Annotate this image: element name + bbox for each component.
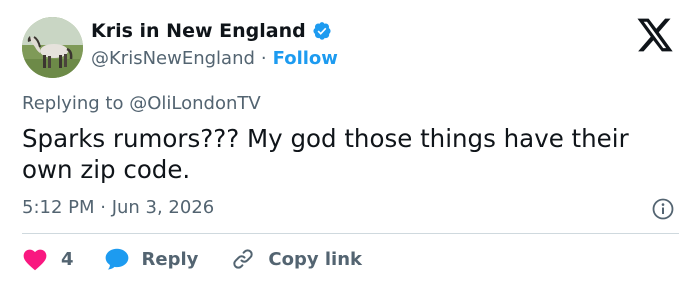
reply-context: Replying to @OliLondonTV — [22, 93, 261, 114]
copy-link-label: Copy link — [268, 248, 362, 270]
reply-label: Reply — [141, 248, 199, 270]
info-icon[interactable] — [652, 198, 674, 220]
tweet-timestamp[interactable]: 5:12 PM · Jun 3, 2026 — [22, 197, 214, 218]
author-handle[interactable]: @KrisNewEngland — [91, 48, 255, 69]
reply-button[interactable]: Reply — [104, 247, 199, 271]
separator: · — [260, 48, 267, 69]
reply-prefix: Replying to — [22, 93, 124, 114]
divider — [22, 233, 679, 234]
copy-link-button[interactable]: Copy link — [230, 247, 362, 271]
reply-mention[interactable]: @OliLondonTV — [129, 93, 260, 114]
follow-button[interactable]: Follow — [273, 48, 338, 69]
tweet-text: Sparks rumors??? My god those things hav… — [22, 124, 629, 184]
like-count: 4 — [61, 248, 74, 270]
avatar[interactable] — [22, 17, 83, 78]
author-name[interactable]: Kris in New England — [91, 20, 306, 42]
author-handle-row: @KrisNewEngland · Follow — [91, 48, 338, 69]
heart-icon — [23, 249, 47, 271]
horse-avatar-image — [22, 17, 83, 78]
like-button[interactable]: 4 — [22, 247, 74, 271]
x-logo-icon[interactable] — [635, 17, 675, 53]
action-bar: 4 Reply Copy link — [22, 247, 362, 271]
link-icon — [233, 249, 254, 269]
verified-badge-icon — [312, 21, 332, 41]
author-name-row: Kris in New England — [91, 20, 332, 42]
speech-bubble-icon — [105, 248, 128, 270]
